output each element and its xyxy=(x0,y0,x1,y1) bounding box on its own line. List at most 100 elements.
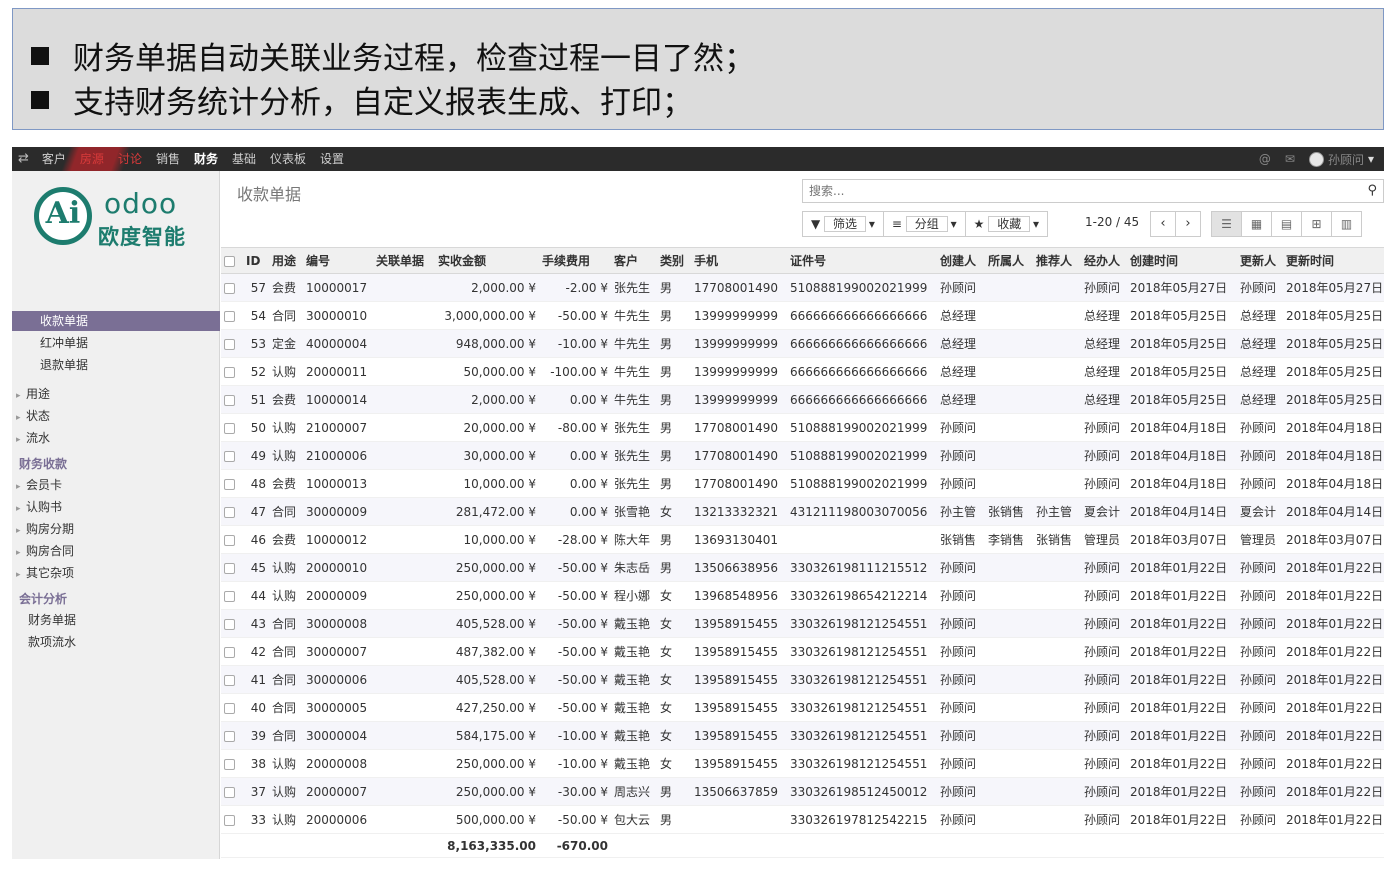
row-checkbox-cell[interactable] xyxy=(221,273,243,302)
table-row[interactable]: 54 合同 30000010 3,000,000.00 ¥ -50.00 ¥ 牛先生男 13… xyxy=(221,301,1384,330)
column-header[interactable]: 编号 xyxy=(303,247,373,274)
favorites-button[interactable]: ★ 收藏 ▾ xyxy=(964,211,1049,237)
row-checkbox-cell[interactable] xyxy=(221,357,243,386)
row-checkbox-cell[interactable] xyxy=(221,805,243,834)
row-checkbox-cell[interactable] xyxy=(221,385,243,414)
list-view-button[interactable]: ☰ xyxy=(1211,211,1242,237)
table-row[interactable]: 40 合同 30000005 427,250.00 ¥ -50.00 ¥ 戴玉艳女 1395… xyxy=(221,693,1384,722)
column-header[interactable]: 经办人 xyxy=(1081,247,1127,274)
app-switcher-icon[interactable]: ⇄ xyxy=(12,147,35,171)
column-header[interactable]: 证件号 xyxy=(787,247,937,274)
search-input[interactable] xyxy=(803,180,1343,202)
table-row[interactable]: 52 认购 20000011 50,000.00 ¥ -100.00 ¥ 牛先生男 1399… xyxy=(221,357,1384,386)
pivot-view-button[interactable]: ⊞ xyxy=(1301,211,1332,237)
column-header[interactable]: 客户 xyxy=(611,247,657,274)
column-header[interactable]: 所属人 xyxy=(985,247,1033,274)
table-row[interactable]: 37 认购 20000007 250,000.00 ¥ -30.00 ¥ 周志兴男 1350… xyxy=(221,777,1384,806)
column-header[interactable]: 关联单据 xyxy=(373,247,435,274)
table-row[interactable]: 51 会费 10000014 2,000.00 ¥0.00 ¥ 牛先生男 13999999… xyxy=(221,385,1384,414)
user-menu[interactable]: 孙顾问 ▾ xyxy=(1308,151,1374,168)
chat-icon[interactable]: ✉ xyxy=(1285,152,1295,166)
column-header[interactable]: 实收金额 xyxy=(435,247,539,274)
row-checkbox-cell[interactable] xyxy=(221,693,243,722)
table-row[interactable]: 48 会费 10000013 10,000.00 ¥0.00 ¥ 张先生男 1770800… xyxy=(221,469,1384,498)
column-header[interactable]: 创建时间 xyxy=(1127,247,1237,274)
group-by-button[interactable]: ≡ 分组 ▾ xyxy=(882,211,966,237)
column-header[interactable]: 更新时间 xyxy=(1283,247,1384,274)
sidebar-item-subscription[interactable]: ▸ 认购书 xyxy=(12,497,220,517)
table-row[interactable]: 44 认购 20000009 250,000.00 ¥ -50.00 ¥ 程小娜女 1396… xyxy=(221,581,1384,610)
table-row[interactable]: 41 合同 30000006 405,528.00 ¥ -50.00 ¥ 戴玉艳女 1395… xyxy=(221,665,1384,694)
checkbox[interactable] xyxy=(224,255,235,267)
row-checkbox-cell[interactable] xyxy=(221,413,243,442)
table-row[interactable]: 42 合同 30000007 487,382.00 ¥ -50.00 ¥ 戴玉艳女 1395… xyxy=(221,637,1384,666)
sidebar-item-payment-flow[interactable]: 款项流水 xyxy=(12,632,220,652)
sidebar-item-installment[interactable]: ▸ 购房分期 xyxy=(12,519,220,539)
checkbox[interactable] xyxy=(224,702,235,714)
checkbox[interactable] xyxy=(224,310,235,322)
checkbox[interactable] xyxy=(224,590,235,602)
checkbox[interactable] xyxy=(224,506,235,518)
checkbox[interactable] xyxy=(224,674,235,686)
checkbox[interactable] xyxy=(224,422,235,434)
row-checkbox-cell[interactable] xyxy=(221,581,243,610)
menu-sales[interactable]: 销售 xyxy=(149,147,187,171)
prev-page-button[interactable]: ‹ xyxy=(1150,211,1176,237)
column-header[interactable]: ID xyxy=(243,247,269,274)
table-row[interactable]: 49 认购 21000006 30,000.00 ¥0.00 ¥ 张先生男 1770800… xyxy=(221,441,1384,470)
checkbox[interactable] xyxy=(224,338,235,350)
filter-button[interactable]: ▼ 筛选 ▾ xyxy=(802,211,884,237)
at-icon[interactable]: @ xyxy=(1259,152,1271,166)
menu-finance[interactable]: 财务 xyxy=(187,147,225,171)
column-header[interactable]: 创建人 xyxy=(937,247,985,274)
checkbox[interactable] xyxy=(224,562,235,574)
row-checkbox-cell[interactable] xyxy=(221,721,243,750)
checkbox[interactable] xyxy=(224,534,235,546)
menu-dashboard[interactable]: 仪表板 xyxy=(263,147,313,171)
column-header[interactable]: 手续费用 xyxy=(539,247,611,274)
menu-housing[interactable]: 房源 xyxy=(73,147,111,171)
table-row[interactable]: 43 合同 30000008 405,528.00 ¥ -50.00 ¥ 戴玉艳女 1395… xyxy=(221,609,1384,638)
row-checkbox-cell[interactable] xyxy=(221,441,243,470)
row-checkbox-cell[interactable] xyxy=(221,637,243,666)
sidebar-item-receipts[interactable]: 收款单据 xyxy=(12,311,220,331)
checkbox[interactable] xyxy=(224,758,235,770)
checkbox[interactable] xyxy=(224,730,235,742)
sidebar-item-finance-docs[interactable]: 财务单据 xyxy=(12,610,220,630)
sidebar-item-usage[interactable]: ▸ 用途 xyxy=(12,384,220,404)
row-checkbox-cell[interactable] xyxy=(221,329,243,358)
sidebar-item-member-card[interactable]: ▸ 会员卡 xyxy=(12,475,220,495)
row-checkbox-cell[interactable] xyxy=(221,469,243,498)
checkbox[interactable] xyxy=(224,366,235,378)
sidebar-item-redflush[interactable]: 红冲单据 xyxy=(12,333,220,353)
table-row[interactable]: 53 定金 40000004 948,000.00 ¥ -10.00 ¥ 牛先生男 1399… xyxy=(221,329,1384,358)
kanban-view-button[interactable]: ▦ xyxy=(1241,211,1272,237)
checkbox[interactable] xyxy=(224,450,235,462)
row-checkbox-cell[interactable] xyxy=(221,553,243,582)
row-checkbox-cell[interactable] xyxy=(221,609,243,638)
row-checkbox-cell[interactable] xyxy=(221,525,243,554)
table-row[interactable]: 46 会费 10000012 10,000.00 ¥ -28.00 ¥ 陈大年男 13693… xyxy=(221,525,1384,554)
search-icon[interactable]: ⚲ xyxy=(1367,183,1377,198)
table-row[interactable]: 50 认购 21000007 20,000.00 ¥ -80.00 ¥ 张先生男 17708… xyxy=(221,413,1384,442)
sidebar-item-flow[interactable]: ▸ 流水 xyxy=(12,428,220,448)
sidebar-item-contract[interactable]: ▸ 购房合同 xyxy=(12,541,220,561)
checkbox[interactable] xyxy=(224,282,235,294)
table-row[interactable]: 38 认购 20000008 250,000.00 ¥ -10.00 ¥ 戴玉艳女 1395… xyxy=(221,749,1384,778)
menu-customer[interactable]: 客户 xyxy=(35,147,73,171)
checkbox[interactable] xyxy=(224,786,235,798)
row-checkbox-cell[interactable] xyxy=(221,777,243,806)
checkbox[interactable] xyxy=(224,394,235,406)
table-row[interactable]: 39 合同 30000004 584,175.00 ¥ -10.00 ¥ 戴玉艳女 1395… xyxy=(221,721,1384,750)
checkbox[interactable] xyxy=(224,814,235,826)
row-checkbox-cell[interactable] xyxy=(221,301,243,330)
pager-value[interactable]: 1-20 / 45 xyxy=(1085,215,1139,229)
calendar-view-button[interactable]: ▤ xyxy=(1271,211,1302,237)
checkbox[interactable] xyxy=(224,478,235,490)
menu-settings[interactable]: 设置 xyxy=(313,147,351,171)
table-row[interactable]: 47 合同 30000009 281,472.00 ¥0.00 ¥ 张雪艳女 132133… xyxy=(221,497,1384,526)
checkbox[interactable] xyxy=(224,618,235,630)
column-header[interactable]: 用途 xyxy=(269,247,303,274)
select-all-checkbox-cell[interactable] xyxy=(221,247,243,274)
checkbox[interactable] xyxy=(224,646,235,658)
